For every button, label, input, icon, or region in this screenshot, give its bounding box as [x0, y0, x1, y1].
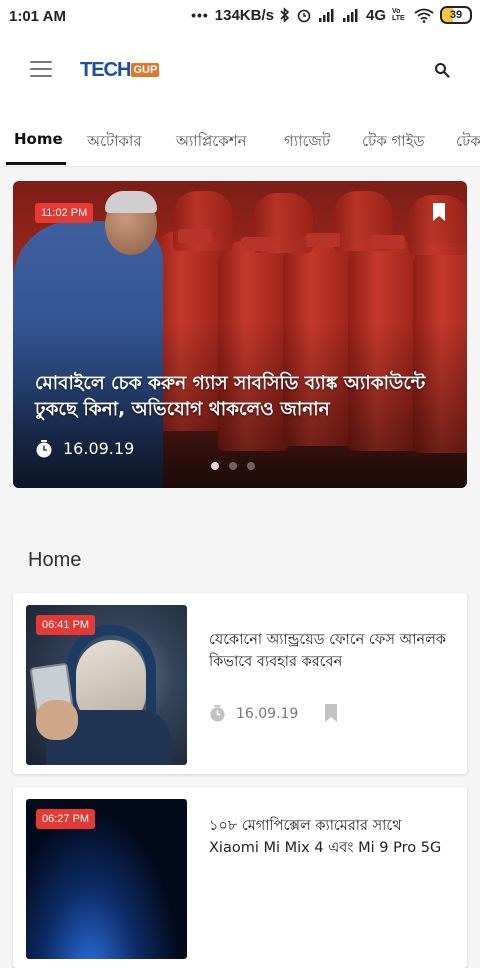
post-time-badge: 06:27 PM [36, 809, 96, 829]
post-time-badge: 06:41 PM [36, 615, 96, 635]
tab-application[interactable]: অ্যাপ্লিকেশন [176, 130, 247, 155]
network-type: 4G [365, 6, 386, 24]
category-tabs: Home অটোকার অ্যাপ্লিকেশন গ্যাজেট টেক গাই… [0, 108, 480, 167]
hamburger-menu-icon[interactable] [30, 61, 52, 77]
bookmark-icon[interactable] [325, 704, 337, 722]
wifi-icon [414, 8, 434, 23]
volte-label: Vo LTE [392, 8, 405, 22]
active-tab-indicator [6, 162, 66, 165]
hero-time-badge: 11:02 PM [35, 203, 94, 223]
tab-home[interactable]: Home [14, 130, 63, 148]
post-date: 16.09.19 [236, 705, 299, 722]
battery-indicator: 39 [440, 6, 472, 24]
status-bar: 1:01 AM ••• 134KB/s 4G Vo LTE 39 [0, 0, 480, 34]
logo-tag: GUP [131, 63, 160, 77]
signal-icon-2 [342, 9, 358, 22]
logo-main: TECH [80, 58, 131, 81]
slide-dot[interactable] [229, 462, 237, 470]
slide-dot[interactable] [211, 462, 219, 470]
post-title[interactable]: যেকোনো অ্যান্ড্রয়েড ফোনে ফেস আনলক কিভাব… [209, 629, 449, 673]
featured-post[interactable]: 11:02 PM মোবাইলে চেক করুন গ্যাস সাবসিডি … [13, 181, 467, 488]
status-dots: ••• [191, 7, 209, 23]
post-card[interactable]: 06:41 PM যেকোনো অ্যান্ড্রয়েড ফোনে ফেস আ… [13, 593, 467, 774]
section-title: Home [28, 549, 82, 571]
slide-indicator[interactable] [211, 462, 255, 470]
clock-icon [36, 439, 52, 457]
tab-tech-guide[interactable]: টেক গাইড [362, 130, 425, 155]
app-bar: TECH GUP [0, 34, 480, 108]
clock-icon [210, 705, 225, 722]
battery-level: 39 [449, 9, 463, 21]
post-card[interactable]: 06:27 PM ১০৮ মেগাপিক্সেল ক্যামেরার সাথে … [13, 787, 467, 968]
hero-meta: 16.09.19 [35, 439, 134, 458]
signal-icon-1 [318, 9, 334, 22]
search-icon[interactable] [434, 62, 450, 78]
status-icons: ••• 134KB/s 4G Vo LTE 39 [191, 6, 472, 24]
slide-dot[interactable] [247, 462, 255, 470]
alarm-icon [297, 9, 311, 23]
bookmark-icon[interactable] [433, 203, 445, 221]
site-logo[interactable]: TECH GUP [80, 58, 160, 81]
hero-date: 16.09.19 [63, 439, 135, 458]
post-meta: 16.09.19 [209, 705, 298, 722]
tab-gadget[interactable]: গ্যাজেট [284, 130, 330, 155]
tab-tech[interactable]: টেক [456, 130, 480, 155]
post-title[interactable]: ১০৮ মেগাপিক্সেল ক্যামেরার সাথে Xiaomi Mi… [209, 815, 449, 859]
status-time: 1:01 AM [9, 8, 66, 25]
tab-autocar[interactable]: অটোকার [87, 130, 142, 155]
bluetooth-icon [280, 7, 290, 23]
hero-title[interactable]: মোবাইলে চেক করুন গ্যাস সাবসিডি ব্যাঙ্ক অ… [35, 371, 455, 423]
net-speed: 134KB/s [214, 6, 274, 24]
